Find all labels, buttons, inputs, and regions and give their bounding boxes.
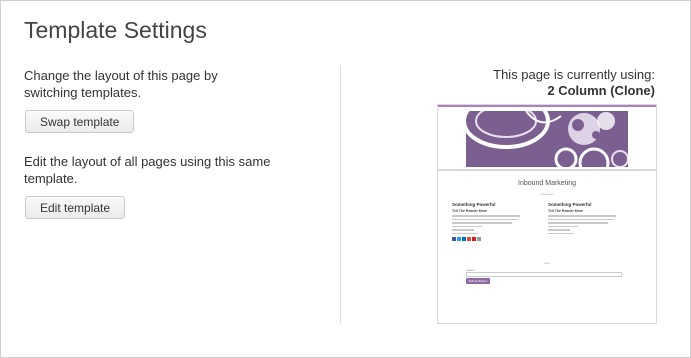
linkedin-icon: [462, 237, 466, 241]
preview-text-line: [548, 225, 578, 227]
swap-description: Change the layout of this page by switch…: [24, 68, 218, 100]
twitter-icon: [457, 237, 461, 241]
preview-text-line: [452, 218, 518, 220]
current-template-info: This page is currently using: 2 Column (…: [493, 67, 655, 99]
preview-social-icons: [452, 237, 522, 241]
preview-text-line: [548, 215, 616, 217]
current-template-label: This page is currently using:: [493, 67, 655, 82]
preview-text-line: [548, 218, 614, 220]
vertical-divider: [340, 66, 341, 324]
preview-divider: [438, 169, 656, 171]
googleplus-icon: [467, 237, 471, 241]
preview-footer: •••••: [544, 261, 550, 265]
preview-column-subheading: Tell The Reader More: [452, 209, 488, 213]
page-title: Template Settings: [24, 17, 207, 43]
facebook-icon: [452, 237, 456, 241]
preview-text-line: [452, 232, 478, 234]
swap-template-button[interactable]: Swap template: [25, 110, 135, 133]
preview-column-subheading: Tell The Reader More: [548, 209, 584, 213]
preview-text-line: [452, 225, 482, 227]
preview-banner-image: [466, 111, 628, 167]
preview-subtitle: ••••••••••••: [540, 192, 554, 196]
preview-text-line: [452, 215, 520, 217]
pinterest-icon: [472, 237, 476, 241]
preview-column-heading: Something Powerful: [452, 202, 496, 207]
preview-text-line: [452, 229, 474, 231]
preview-text-line: [548, 229, 570, 231]
preview-form-input: [466, 272, 622, 277]
edit-description: Edit the layout of all pages using this …: [24, 154, 271, 186]
preview-text-line: [452, 222, 512, 224]
preview-right-column: Something Powerful Tell The Reader More: [548, 202, 618, 234]
preview-site-title: Inbound Marketing: [518, 180, 576, 187]
preview-top-accent: [438, 105, 656, 107]
preview-submit-button: Submit Button: [466, 278, 490, 284]
preview-left-column: Something Powerful Tell The Reader More: [452, 202, 522, 241]
template-preview-thumbnail[interactable]: Inbound Marketing •••••••••••• Something…: [437, 104, 657, 324]
banner-graphic-icon: [466, 111, 628, 167]
share-icon: [477, 237, 481, 241]
preview-text-line: [548, 222, 608, 224]
preview-column-heading: Something Powerful: [548, 202, 592, 207]
preview-text-line: [548, 232, 574, 234]
current-template-name: 2 Column (Clone): [547, 83, 655, 98]
edit-template-button[interactable]: Edit template: [25, 196, 126, 219]
